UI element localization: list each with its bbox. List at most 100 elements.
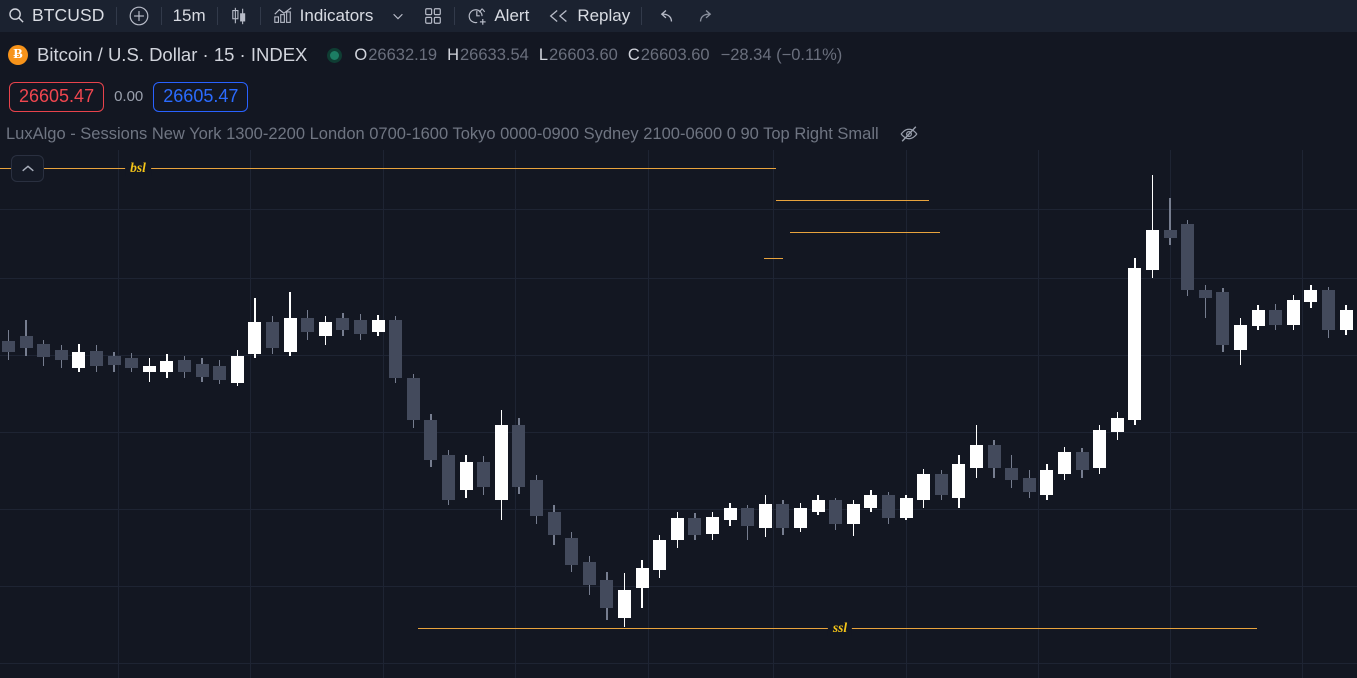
candle-body (811, 500, 825, 512)
gridline-horizontal (0, 355, 1357, 356)
bsl-line[interactable] (0, 168, 776, 170)
candle-body (1093, 430, 1107, 468)
ohlc-high-label: H (447, 45, 459, 64)
liquidity-level-2-line[interactable] (790, 232, 940, 234)
redo-arrow-icon (695, 6, 719, 26)
add-symbol-button[interactable] (119, 0, 159, 32)
candle-body (917, 474, 931, 500)
candle-body (530, 480, 543, 516)
toolbar-divider (641, 6, 643, 25)
candle-body (301, 318, 315, 332)
gridline-horizontal (0, 509, 1357, 510)
buy-price-button[interactable]: 26605.47 (153, 82, 249, 112)
search-icon (8, 7, 25, 24)
replay-label: Replay (577, 6, 631, 25)
gridline-vertical (906, 150, 907, 678)
gridline-vertical (383, 150, 384, 678)
candle-body (688, 518, 702, 535)
gridline-horizontal (0, 663, 1357, 664)
gridline-vertical (1302, 150, 1303, 678)
replay-rewind-icon (547, 7, 571, 25)
ohlc-close-value: 26603.60 (640, 45, 710, 64)
candle-body (1058, 452, 1071, 474)
ssl-label: ssl (827, 620, 853, 636)
bsl-label: bsl (125, 160, 151, 176)
gridline-horizontal (0, 586, 1357, 587)
candle-body (1040, 470, 1054, 495)
undo-button[interactable] (644, 0, 686, 32)
ohlc-values: O 26632.19 H 26633.54 L 26603.60 C 26603… (354, 46, 842, 65)
undo-arrow-icon (653, 6, 677, 26)
candle-body (459, 462, 473, 490)
indicators-label: Indicators (299, 6, 374, 25)
candle-body (1286, 300, 1300, 325)
candle-body (987, 445, 1001, 468)
candle-body (547, 512, 561, 535)
candle-body (600, 580, 614, 608)
candle-body (846, 504, 860, 524)
candle-body (794, 508, 807, 528)
candle-body (195, 364, 209, 377)
candle-body (389, 320, 403, 378)
chart-style-button[interactable] (220, 0, 258, 32)
candle-body (1128, 268, 1142, 420)
candle-body (899, 498, 913, 518)
gridline-vertical (118, 150, 119, 678)
candle-body (723, 508, 737, 520)
candle-body (178, 360, 191, 372)
spread-value: 0.00 (114, 88, 144, 106)
gridline-horizontal (0, 432, 1357, 433)
candle-body (72, 352, 86, 368)
candle-body (213, 366, 227, 380)
liquidity-level-3-line[interactable] (764, 258, 783, 260)
top-toolbar: BTCUSD 15m Indicators Alert Replay (0, 0, 1357, 32)
candle-body (565, 538, 579, 565)
plus-circle-icon (128, 5, 150, 27)
candle-body (1146, 230, 1159, 270)
interval-button[interactable]: 15m (164, 0, 215, 32)
layouts-button[interactable] (414, 0, 452, 32)
eye-off-icon[interactable] (899, 124, 919, 144)
candle-body (1251, 310, 1265, 326)
price-chart[interactable]: bsl ssl (0, 150, 1357, 678)
candle-body (283, 318, 297, 352)
candle-body (758, 504, 772, 528)
candle-body (1181, 224, 1195, 290)
indicator-legend-label[interactable]: LuxAlgo - Sessions New York 1300-2200 Lo… (6, 125, 879, 144)
toolbar-divider (259, 6, 261, 25)
candle-body (1234, 325, 1247, 350)
candle-body (406, 378, 420, 420)
collapse-pane-button[interactable] (11, 155, 44, 182)
chevron-down-icon (391, 9, 405, 23)
candle-body (1322, 290, 1335, 330)
indicators-dropdown-button[interactable] (382, 0, 414, 32)
alert-button[interactable]: Alert (457, 0, 538, 32)
symbol-search-button[interactable]: BTCUSD (0, 0, 114, 32)
toolbar-divider (216, 6, 218, 25)
redo-button[interactable] (686, 0, 728, 32)
buy-sell-panel: 26605.47 0.00 26605.47 (9, 82, 249, 112)
ohlc-open-label: O (354, 45, 368, 64)
replay-button[interactable]: Replay (538, 0, 639, 32)
candle-body (582, 562, 596, 585)
indicators-button[interactable]: Indicators (263, 0, 383, 32)
candle-body (2, 341, 15, 352)
gridline-horizontal (0, 278, 1357, 279)
candle-body (1163, 230, 1177, 238)
sell-price-button[interactable]: 26605.47 (9, 82, 105, 112)
candle-body (706, 517, 719, 534)
tradingview-app: BTCUSD 15m Indicators Alert Replay Ƀ Bit… (0, 0, 1357, 678)
candle-body (741, 508, 755, 526)
candle-body (125, 358, 139, 368)
liquidity-level-1-line[interactable] (776, 200, 929, 202)
candle-body (54, 350, 68, 360)
gridline-vertical (648, 150, 649, 678)
candle-body (829, 500, 843, 524)
ohlc-open-value: 26632.19 (368, 45, 438, 64)
gridline-vertical (773, 150, 774, 678)
page-title[interactable]: Bitcoin / U.S. Dollar · 15 · INDEX (37, 44, 307, 66)
candle-body (494, 425, 508, 500)
candle-body (1110, 418, 1124, 432)
candle-body (442, 455, 455, 500)
candle-body (1216, 292, 1230, 345)
